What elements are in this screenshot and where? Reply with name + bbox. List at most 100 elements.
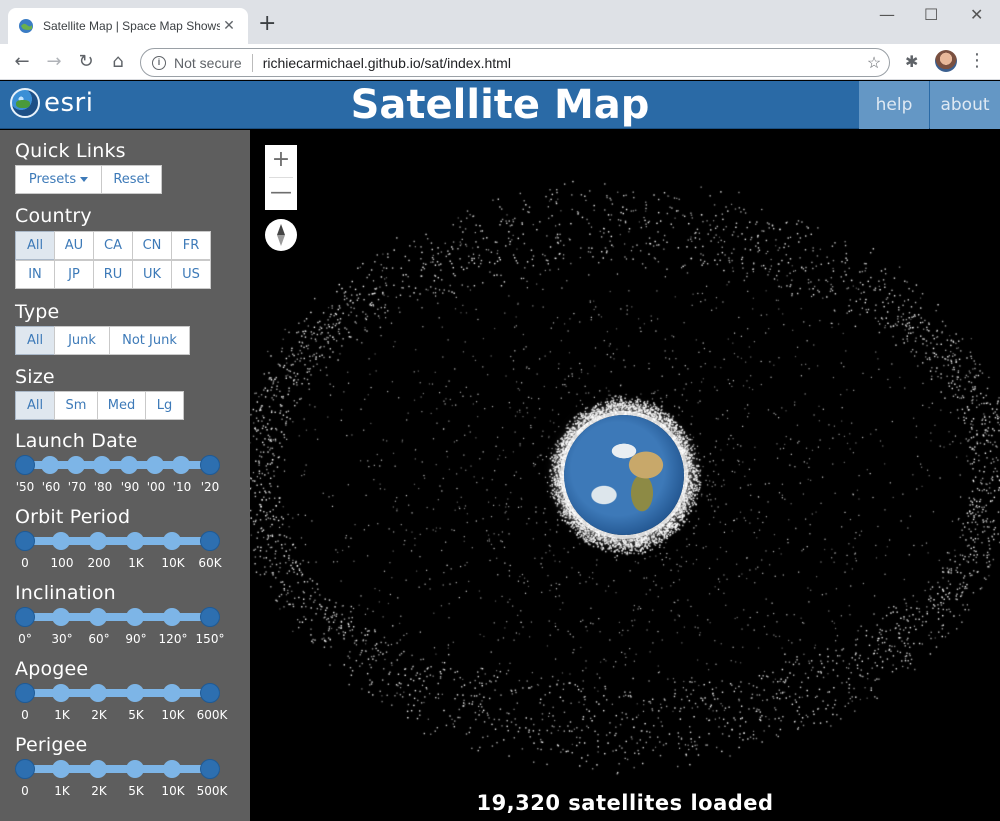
apogee-slider[interactable] <box>15 683 220 703</box>
slider-stop[interactable] <box>89 608 107 626</box>
perigee-slider[interactable] <box>15 759 220 779</box>
home-icon[interactable]: ⌂ <box>106 50 130 74</box>
slider-track[interactable] <box>15 537 220 545</box>
extensions-icon[interactable]: ✱ <box>905 52 918 71</box>
country-all-button[interactable]: All <box>15 231 55 260</box>
zoom-in-button[interactable]: + <box>265 145 297 177</box>
browser-tab-bar: Satellite Map | Space Map Shows ✕ + — ☐ … <box>0 0 1000 44</box>
caret-down-icon <box>80 177 89 182</box>
slider-stop[interactable] <box>93 456 111 474</box>
country-au-button[interactable]: AU <box>54 231 94 260</box>
slider-max-handle[interactable] <box>200 607 220 627</box>
slider-stop[interactable] <box>163 608 181 626</box>
orbit-period-title: Orbit Period <box>15 506 131 528</box>
tick-label: 0 <box>21 708 29 722</box>
reload-icon[interactable]: ↻ <box>74 50 98 74</box>
country-us-button[interactable]: US <box>171 260 211 289</box>
slider-track[interactable] <box>15 689 220 697</box>
slider-stop[interactable] <box>52 760 70 778</box>
zoom-out-button[interactable]: — <box>265 178 297 210</box>
satellite-map-view[interactable]: + — 19,320 satellites loaded <box>250 130 1000 821</box>
compass-button[interactable] <box>265 219 297 251</box>
tick-label: 2K <box>91 708 107 722</box>
country-ru-button[interactable]: RU <box>93 260 133 289</box>
type-all-button[interactable]: All <box>15 326 55 355</box>
slider-min-handle[interactable] <box>15 455 35 475</box>
tick-label: 150° <box>195 632 225 646</box>
country-ca-button[interactable]: CA <box>93 231 133 260</box>
slider-stop[interactable] <box>89 760 107 778</box>
slider-stop[interactable] <box>89 532 107 550</box>
address-bar[interactable]: i Not secure richiecarmichael.github.io/… <box>140 48 890 77</box>
country-cn-button[interactable]: CN <box>132 231 172 260</box>
slider-stop[interactable] <box>163 760 181 778</box>
tick-label: 1K <box>54 784 70 798</box>
slider-stop[interactable] <box>126 608 144 626</box>
size-all-button[interactable]: All <box>15 391 55 420</box>
size-lg-button[interactable]: Lg <box>145 391 184 420</box>
slider-track[interactable] <box>15 613 220 621</box>
slider-max-handle[interactable] <box>200 683 220 703</box>
bookmark-star-icon[interactable]: ☆ <box>859 53 889 73</box>
inclination-slider[interactable] <box>15 607 220 627</box>
slider-stop[interactable] <box>126 684 144 702</box>
orbit-period-slider[interactable] <box>15 531 220 551</box>
slider-stop[interactable] <box>163 684 181 702</box>
country-row-2: IN JP RU UK US <box>15 260 211 289</box>
tab-close-icon[interactable]: ✕ <box>220 18 238 34</box>
omnibox-divider <box>251 53 253 72</box>
quick-links-group: Presets Reset <box>15 165 162 194</box>
country-in-button[interactable]: IN <box>15 260 55 289</box>
about-button[interactable]: about <box>930 81 1000 129</box>
type-not-junk-button[interactable]: Not Junk <box>109 326 190 355</box>
slider-min-handle[interactable] <box>15 759 35 779</box>
browser-menu-icon[interactable]: ⋮ <box>968 50 986 72</box>
launch-date-ticks: '50 '60 '70 '80 '90 '00 '10 '20 <box>15 480 225 494</box>
tick-label: 500K <box>196 784 228 798</box>
tick-label: 10K <box>161 556 185 570</box>
slider-stop[interactable] <box>146 456 164 474</box>
maximize-icon[interactable]: ☐ <box>924 5 938 24</box>
size-med-button[interactable]: Med <box>97 391 146 420</box>
profile-avatar[interactable] <box>935 50 957 72</box>
slider-max-handle[interactable] <box>200 455 220 475</box>
help-button[interactable]: help <box>859 81 929 129</box>
slider-track[interactable] <box>15 765 220 773</box>
slider-stop[interactable] <box>126 760 144 778</box>
slider-stop[interactable] <box>52 608 70 626</box>
slider-stop[interactable] <box>67 456 85 474</box>
slider-stop[interactable] <box>52 684 70 702</box>
earth-globe <box>564 415 684 535</box>
app-header: esri Satellite Map help about <box>0 81 1000 129</box>
window-close-icon[interactable]: ✕ <box>970 5 983 24</box>
slider-stop[interactable] <box>163 532 181 550</box>
browser-tab[interactable]: Satellite Map | Space Map Shows ✕ <box>8 8 248 44</box>
slider-stop[interactable] <box>52 532 70 550</box>
presets-dropdown[interactable]: Presets <box>15 165 102 194</box>
slider-stop[interactable] <box>172 456 190 474</box>
slider-stop[interactable] <box>41 456 59 474</box>
slider-max-handle[interactable] <box>200 531 220 551</box>
type-junk-button[interactable]: Junk <box>54 326 110 355</box>
slider-min-handle[interactable] <box>15 683 35 703</box>
new-tab-button[interactable]: + <box>258 13 276 35</box>
site-info-icon[interactable]: i <box>152 55 166 70</box>
url-text[interactable]: richiecarmichael.github.io/sat/index.htm… <box>263 55 859 71</box>
slider-min-handle[interactable] <box>15 531 35 551</box>
launch-date-slider[interactable] <box>15 455 220 475</box>
slider-stop[interactable] <box>126 532 144 550</box>
slider-min-handle[interactable] <box>15 607 35 627</box>
slider-max-handle[interactable] <box>200 759 220 779</box>
reset-button[interactable]: Reset <box>101 165 162 194</box>
forward-icon[interactable]: → <box>42 50 66 74</box>
country-jp-button[interactable]: JP <box>54 260 94 289</box>
country-fr-button[interactable]: FR <box>171 231 211 260</box>
slider-stop[interactable] <box>120 456 138 474</box>
size-sm-button[interactable]: Sm <box>54 391 98 420</box>
esri-logo[interactable]: esri <box>10 88 93 118</box>
slider-stop[interactable] <box>89 684 107 702</box>
back-icon[interactable]: ← <box>10 50 34 74</box>
tick-label: 10K <box>161 708 185 722</box>
country-uk-button[interactable]: UK <box>132 260 172 289</box>
minimize-icon[interactable]: — <box>879 5 895 24</box>
